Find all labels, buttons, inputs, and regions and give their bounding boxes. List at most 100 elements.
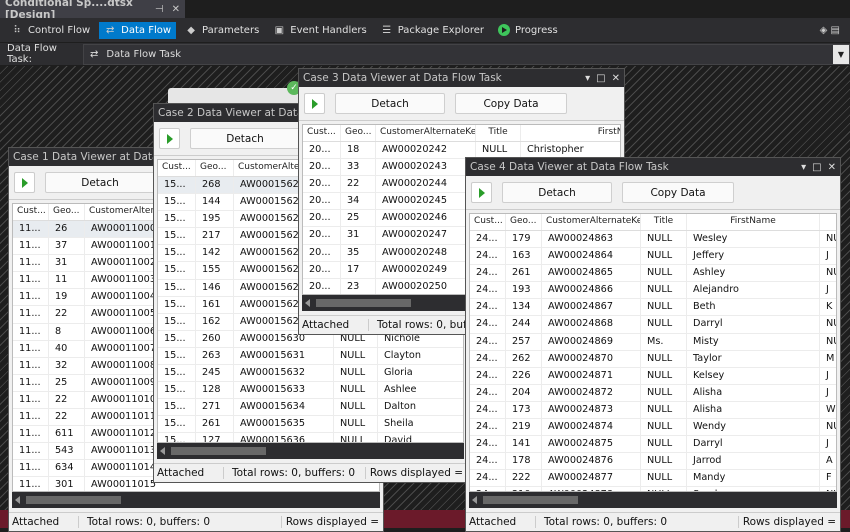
- close-icon[interactable]: ✕: [172, 4, 180, 15]
- task-selector-dropdown[interactable]: ⇄ Data Flow Task ▼: [83, 43, 850, 65]
- table-cell: AW00024868: [542, 316, 641, 333]
- document-tab[interactable]: Conditional Sp....dtsx [Design] ⊣ ✕: [0, 0, 185, 21]
- table-row[interactable]: 24... 163 AW00024864 NULL Jeffery J: [470, 248, 836, 266]
- table-row[interactable]: 15... 128 AW00015633 NULL Ashlee: [158, 382, 463, 400]
- tab-label: Data Flow: [121, 24, 172, 36]
- column-header[interactable]: Geo...: [196, 160, 234, 176]
- scroll-left-icon[interactable]: [472, 496, 477, 504]
- table-cell: AW00024874: [542, 419, 641, 436]
- data-flow-icon: ⇄: [105, 24, 115, 36]
- column-header[interactable]: Geo...: [49, 204, 85, 220]
- table-cell: Wesley: [687, 231, 820, 248]
- column-header[interactable]: Cust...: [303, 125, 341, 141]
- detach-button[interactable]: Detach: [502, 182, 612, 203]
- table-row[interactable]: 24... 204 AW00024872 NULL Alisha J: [470, 384, 836, 402]
- table-cell: K: [820, 299, 836, 315]
- play-button[interactable]: [14, 172, 35, 193]
- column-header[interactable]: CustomerAlternateKey: [376, 125, 476, 141]
- pin-icon[interactable]: ⊣: [155, 4, 164, 15]
- table-cell: Kelsey: [687, 367, 820, 384]
- table-row[interactable]: 15... 263 AW00015631 NULL Clayton: [158, 347, 463, 366]
- detach-button[interactable]: Detach: [335, 93, 445, 114]
- table-row[interactable]: 24... 178 AW00024876 NULL Jarrod A: [470, 453, 836, 471]
- tab-package-explorer[interactable]: ☰ Package Explorer: [376, 22, 489, 39]
- play-button[interactable]: [159, 128, 180, 149]
- copy-data-button[interactable]: Copy Data: [455, 93, 567, 114]
- column-header[interactable]: Title: [641, 214, 687, 230]
- column-header[interactable]: FirstName: [687, 214, 820, 230]
- column-header[interactable]: [820, 214, 836, 230]
- table-cell: 20...: [303, 244, 341, 261]
- tab-progress[interactable]: Progress: [493, 21, 563, 39]
- table-cell: 15...: [158, 279, 196, 296]
- table-cell: 15...: [158, 228, 196, 245]
- chevron-down-icon[interactable]: ▼: [833, 44, 849, 64]
- column-header[interactable]: Geo...: [341, 125, 376, 141]
- table-row[interactable]: 15... 245 AW00015632 NULL Gloria: [158, 365, 463, 383]
- table-row[interactable]: 15... 261 AW00015635 NULL Sheila: [158, 416, 463, 434]
- table-row[interactable]: 24...257AW00024869Ms.MistyNUL: [470, 333, 836, 351]
- table-cell: J: [820, 248, 836, 264]
- table-cell: 20...: [303, 227, 341, 244]
- column-header[interactable]: CustomerAlternateKey: [542, 214, 641, 230]
- scrollbar-thumb[interactable]: [171, 447, 266, 455]
- table-row[interactable]: 15... 127 AW00015636 NULL David: [158, 433, 463, 442]
- table-cell: 261: [506, 265, 542, 282]
- table-cell: 24...: [470, 384, 506, 401]
- detach-button[interactable]: Detach: [45, 172, 155, 193]
- horizontal-scrollbar[interactable]: [12, 492, 380, 508]
- table-cell: NULL: [641, 282, 687, 299]
- table-cell: 11: [49, 272, 85, 289]
- close-icon[interactable]: ✕: [828, 162, 836, 173]
- table-cell: 179: [506, 231, 542, 248]
- tab-control-flow[interactable]: ⠷ Control Flow: [6, 22, 95, 39]
- table-row[interactable]: 24... 134 AW00024867 NULL Beth K: [470, 299, 836, 317]
- column-header[interactable]: Title: [476, 125, 521, 141]
- play-button[interactable]: [471, 182, 492, 203]
- table-row[interactable]: 24... 226 AW00024871 NULL Kelsey J: [470, 367, 836, 385]
- toolbox-icon[interactable]: ◈ ▤: [820, 25, 840, 36]
- table-row[interactable]: 15... 271 AW00015634 NULL Dalton: [158, 399, 463, 417]
- viewer-title-bar[interactable]: Case 4 Data Viewer at Data Flow Task ▾ □ ✕: [466, 158, 840, 176]
- close-icon[interactable]: ✕: [612, 73, 620, 84]
- copy-data-button[interactable]: Copy Data: [622, 182, 734, 203]
- table-cell: 162: [196, 313, 234, 330]
- play-button[interactable]: [304, 93, 325, 114]
- horizontal-scrollbar[interactable]: [157, 443, 464, 459]
- table-row[interactable]: 24...244AW00024868NULLDarrylNUL: [470, 316, 836, 334]
- dropdown-icon[interactable]: ▾: [801, 162, 806, 173]
- tab-data-flow[interactable]: ⇄ Data Flow: [99, 21, 177, 39]
- maximize-icon[interactable]: □: [596, 73, 605, 84]
- data-grid[interactable]: Cust...Geo...CustomerAlternateKeyTitleFi…: [469, 213, 837, 492]
- table-cell: M: [820, 351, 836, 367]
- table-cell: NULL: [641, 299, 687, 316]
- table-row[interactable]: 24...179AW00024863NULLWesleyNUL: [470, 231, 836, 249]
- viewer-title-bar[interactable]: Case 3 Data Viewer at Data Flow Task ▾ □ ✕: [299, 69, 624, 87]
- viewer-status-bar: Attached Total rows: 0, buffers: 0 Rows …: [466, 512, 840, 531]
- column-header[interactable]: FirstName: [521, 125, 620, 141]
- scroll-left-icon[interactable]: [305, 299, 310, 307]
- table-row[interactable]: 24...261AW00024865NULLAshleyNUL: [470, 265, 836, 283]
- table-row[interactable]: 24... 141 AW00024875 NULL Darryl J: [470, 436, 836, 454]
- maximize-icon[interactable]: □: [812, 162, 821, 173]
- dropdown-icon[interactable]: ▾: [585, 73, 590, 84]
- table-row[interactable]: 24... 173 AW00024873 NULL Alisha W: [470, 401, 836, 420]
- tab-parameters[interactable]: ◆ Parameters: [180, 22, 264, 39]
- column-header[interactable]: Cust...: [13, 204, 49, 220]
- detach-button[interactable]: Detach: [190, 128, 300, 149]
- table-row[interactable]: 24... 222 AW00024877 NULL Mandy F: [470, 470, 836, 488]
- column-header[interactable]: Cust...: [158, 160, 196, 176]
- scrollbar-thumb[interactable]: [26, 496, 121, 504]
- column-header[interactable]: Geo...: [506, 214, 542, 230]
- table-row[interactable]: 24...219AW00024874NULLWendyNUL: [470, 419, 836, 437]
- scroll-left-icon[interactable]: [160, 447, 165, 455]
- horizontal-scrollbar[interactable]: [469, 492, 837, 508]
- scroll-left-icon[interactable]: [15, 496, 20, 504]
- table-row[interactable]: 24... 262 AW00024870 NULL Taylor M: [470, 350, 836, 368]
- scrollbar-thumb[interactable]: [316, 299, 411, 307]
- scrollbar-thumb[interactable]: [483, 496, 578, 504]
- table-cell: AW00020247: [376, 227, 476, 244]
- table-row[interactable]: 24... 193 AW00024866 NULL Alejandro J: [470, 282, 836, 300]
- tab-event-handlers[interactable]: ▣ Event Handlers: [268, 22, 371, 39]
- column-header[interactable]: Cust...: [470, 214, 506, 230]
